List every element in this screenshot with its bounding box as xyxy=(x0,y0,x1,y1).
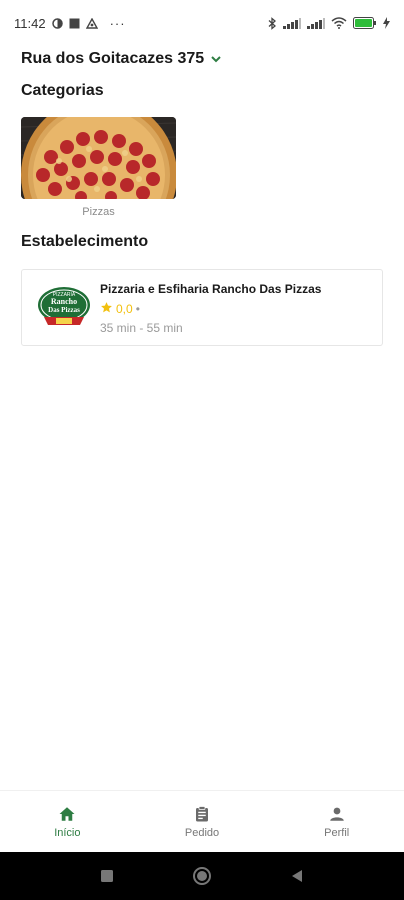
logo-line2: Rancho xyxy=(51,297,77,306)
app-notification-icon xyxy=(69,18,80,29)
system-navigation-bar xyxy=(0,852,404,900)
status-right xyxy=(268,16,390,30)
bluetooth-icon xyxy=(268,16,277,30)
battery-icon xyxy=(353,17,377,29)
clipboard-icon xyxy=(193,805,211,823)
category-label: Pizzas xyxy=(82,206,115,218)
logo-line3: Das Pizzas xyxy=(48,306,80,314)
drive-icon xyxy=(85,17,98,29)
status-bar: 11:42 ··· xyxy=(0,0,404,46)
rating-separator: • xyxy=(135,302,140,316)
back-button[interactable] xyxy=(277,856,317,896)
establishment-rating: 0,0 • xyxy=(100,301,140,317)
status-left: 11:42 ··· xyxy=(14,16,126,31)
category-card-pizzas[interactable]: Pizzas xyxy=(21,117,176,218)
recents-button[interactable] xyxy=(87,856,127,896)
categories-title: Categorias xyxy=(21,82,104,99)
home-icon xyxy=(58,805,76,823)
charging-icon xyxy=(383,17,390,29)
establishment-card[interactable]: PIZZARIA Rancho Das Pizzas Pizzaria e Es… xyxy=(21,269,383,346)
pizza-image xyxy=(21,117,176,199)
nav-item-perfil[interactable]: Perfil xyxy=(269,791,404,853)
restaurant-logo: PIZZARIA Rancho Das Pizzas xyxy=(36,283,92,331)
status-more: ··· xyxy=(109,15,126,31)
nav-item-inicio[interactable]: Início xyxy=(0,791,135,853)
nav-item-pedido[interactable]: Pedido xyxy=(135,791,270,853)
nav-label-pedido: Pedido xyxy=(184,827,220,839)
signal-icon xyxy=(283,17,301,29)
status-time: 11:42 xyxy=(14,15,46,31)
address-text: Rua dos Goitacazes 375 xyxy=(21,50,205,67)
nav-label-inicio: Início xyxy=(54,827,81,839)
nav-label-perfil: Perfil xyxy=(324,827,350,839)
establishments-title: Estabelecimento xyxy=(21,233,149,250)
home-button[interactable] xyxy=(182,856,222,896)
address-selector[interactable]: Rua dos Goitacazes 375 xyxy=(21,50,222,68)
rating-value: 0,0 xyxy=(116,302,133,316)
wifi-icon xyxy=(331,17,347,29)
star-icon xyxy=(100,301,113,317)
signal-icon-2 xyxy=(307,17,325,29)
chevron-down-icon xyxy=(210,53,222,65)
person-icon xyxy=(328,805,346,823)
data-saver-icon xyxy=(51,17,63,29)
delivery-time: 35 min - 55 min xyxy=(100,321,183,335)
establishment-name: Pizzaria e Esfiharia Rancho Das Pizzas xyxy=(100,282,322,296)
bottom-navigation: Início Pedido Perfil xyxy=(0,790,404,853)
